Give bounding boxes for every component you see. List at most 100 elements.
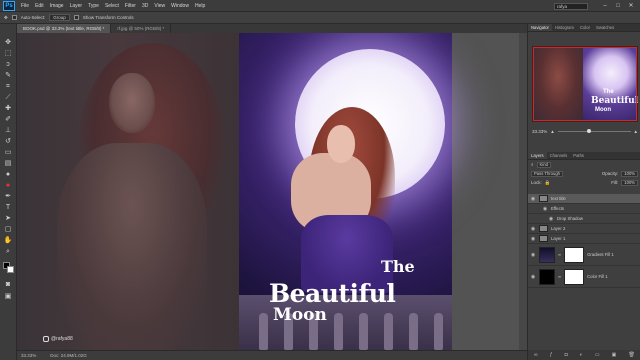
auto-select-checkbox[interactable]: [11, 15, 17, 20]
minimize-button[interactable]: –: [600, 2, 610, 10]
eye-icon[interactable]: ◉: [542, 206, 548, 212]
eye-icon[interactable]: ◉: [548, 216, 554, 222]
new-layer-icon[interactable]: ▣: [612, 352, 617, 358]
tab-histogram[interactable]: Histogram: [552, 24, 577, 31]
layer-row[interactable]: ◉ Layer 2: [528, 224, 640, 234]
layer-row[interactable]: ◉ Drop Shadow: [528, 214, 640, 224]
navigator-thumbnail[interactable]: The Beautiful Moon: [532, 46, 638, 122]
layer-thumbnail: [539, 268, 555, 285]
layer-row[interactable]: ◉ text title: [528, 194, 640, 204]
zoom-tool-icon[interactable]: ⌕: [3, 247, 13, 256]
pen-tool-icon[interactable]: ✒: [3, 192, 13, 201]
tab-paths[interactable]: Paths: [570, 152, 587, 159]
workspace-search-input[interactable]: rafya: [554, 3, 588, 10]
doc-tab-rf[interactable]: rf.jpg @ 50% (RGB/8) *: [111, 24, 172, 33]
cover-title-beautiful[interactable]: Beautiful: [269, 279, 396, 308]
slider-knob[interactable]: [586, 129, 591, 133]
cover-title-moon[interactable]: Moon: [273, 305, 327, 325]
eye-icon[interactable]: ◉: [530, 226, 536, 232]
folder-icon: [539, 235, 548, 242]
menu-help[interactable]: Help: [192, 3, 208, 9]
path-select-tool-icon[interactable]: ➤: [3, 214, 13, 223]
new-group-icon[interactable]: ▭: [595, 352, 600, 358]
layer-row[interactable]: ◉ Layer 1: [528, 234, 640, 244]
crop-tool-icon[interactable]: ⌗: [3, 82, 13, 91]
menu-3d[interactable]: 3D: [139, 3, 151, 9]
auto-select-dropdown[interactable]: Group: [49, 14, 70, 21]
watermark: @rafya88: [43, 336, 73, 342]
quick-select-tool-icon[interactable]: ✎: [3, 71, 13, 80]
zoom-out-icon[interactable]: ▲: [550, 129, 554, 134]
layer-row[interactable]: ◉ ∞ Gradient Fill 1: [528, 244, 640, 266]
hand-tool-icon[interactable]: ✋: [3, 236, 13, 245]
history-brush-tool-icon[interactable]: ↺: [3, 137, 13, 146]
document-canvas[interactable]: The Beautiful Moon @rafya88: [17, 33, 452, 350]
eraser-tool-icon[interactable]: ▭: [3, 148, 13, 157]
menu-file[interactable]: File: [18, 3, 32, 9]
tab-color[interactable]: Color: [577, 24, 593, 31]
eye-icon[interactable]: ◉: [530, 252, 536, 258]
dodge-tool-icon[interactable]: ●: [3, 181, 13, 190]
layer-row[interactable]: ◉ Effects: [528, 204, 640, 214]
layer-filter-row: ⌕ Kind: [528, 160, 640, 169]
menu-image[interactable]: Image: [47, 3, 67, 9]
menu-layer[interactable]: Layer: [67, 3, 86, 9]
navigator-zoom-row: 33.33% ▲ ▲: [532, 128, 638, 135]
delete-layer-icon[interactable]: 🗑: [629, 352, 635, 358]
doc-tab-book[interactable]: BOOK.psd @ 33.3% (text tittle, RGB/8) *: [17, 24, 112, 33]
menu-window[interactable]: Window: [168, 3, 192, 9]
eye-icon[interactable]: ◉: [530, 196, 536, 202]
menu-filter[interactable]: Filter: [122, 3, 139, 9]
marquee-tool-icon[interactable]: ⬚: [3, 49, 13, 58]
lasso-tool-icon[interactable]: ↄ: [3, 60, 13, 69]
eye-icon[interactable]: ◉: [530, 236, 536, 242]
menu-edit[interactable]: Edit: [32, 3, 47, 9]
layers-list: ◉ text title ◉ Effects ◉ Drop Shadow ◉ L…: [528, 194, 640, 288]
gradient-tool-icon[interactable]: ▤: [3, 159, 13, 168]
tab-channels[interactable]: Channels: [547, 152, 571, 159]
move-tool-icon[interactable]: ✥: [3, 38, 13, 47]
stamp-tool-icon[interactable]: ⊥: [3, 126, 13, 135]
eyedropper-tool-icon[interactable]: ⟋: [3, 93, 13, 102]
filter-search-icon: ⌕: [531, 162, 534, 167]
zoom-in-icon[interactable]: ▲: [634, 129, 638, 134]
opacity-field[interactable]: 100%: [621, 170, 638, 177]
layer-row[interactable]: ◉ ∞ Color Fill 1: [528, 266, 640, 288]
menu-select[interactable]: Select: [102, 3, 122, 9]
layer-name: text title: [551, 196, 566, 201]
vertical-scrollbar[interactable]: [519, 33, 527, 350]
transform-controls-checkbox[interactable]: [73, 15, 79, 20]
menu-type[interactable]: Type: [85, 3, 102, 9]
type-tool-icon[interactable]: T: [3, 203, 13, 212]
fill-field[interactable]: 100%: [621, 179, 638, 186]
navigator-zoom-value[interactable]: 33.33%: [532, 129, 547, 134]
baluster: [434, 313, 443, 350]
tab-layers[interactable]: Layers: [528, 152, 547, 159]
navigator-view-frame[interactable]: [533, 47, 637, 121]
blur-tool-icon[interactable]: ●: [3, 170, 13, 179]
fx-icon[interactable]: ƒ: [550, 352, 553, 358]
maximize-button[interactable]: □: [613, 2, 623, 10]
add-mask-icon[interactable]: ◘: [565, 352, 568, 358]
close-button[interactable]: ✕: [626, 2, 636, 10]
link-layers-icon[interactable]: ∞: [534, 352, 538, 358]
zoom-level[interactable]: 33.33%: [21, 353, 36, 358]
healing-tool-icon[interactable]: ✚: [3, 104, 13, 113]
auto-select-label: Auto-Select:: [20, 15, 46, 20]
lock-icon[interactable]: 🔒: [545, 180, 551, 186]
tab-swatches[interactable]: Swatches: [593, 24, 617, 31]
menu-view[interactable]: View: [151, 3, 168, 9]
quick-mask-icon[interactable]: ◙: [3, 280, 13, 289]
eye-icon[interactable]: ◉: [530, 274, 536, 280]
tab-navigator[interactable]: Navigator: [528, 24, 552, 31]
blend-mode-dropdown[interactable]: Pass Through: [531, 170, 563, 177]
adjustment-layer-icon[interactable]: ◐: [580, 352, 583, 358]
layer-kind-filter[interactable]: Kind: [536, 161, 551, 168]
screen-mode-icon[interactable]: ▣: [3, 292, 13, 301]
background-color-swatch[interactable]: [7, 266, 14, 273]
navigator-zoom-slider[interactable]: [557, 129, 631, 133]
shape-tool-icon[interactable]: ▢: [3, 225, 13, 234]
brush-tool-icon[interactable]: ✐: [3, 115, 13, 124]
cover-title-the[interactable]: The: [381, 257, 415, 276]
canvas-area[interactable]: The Beautiful Moon @rafya88: [17, 33, 527, 350]
